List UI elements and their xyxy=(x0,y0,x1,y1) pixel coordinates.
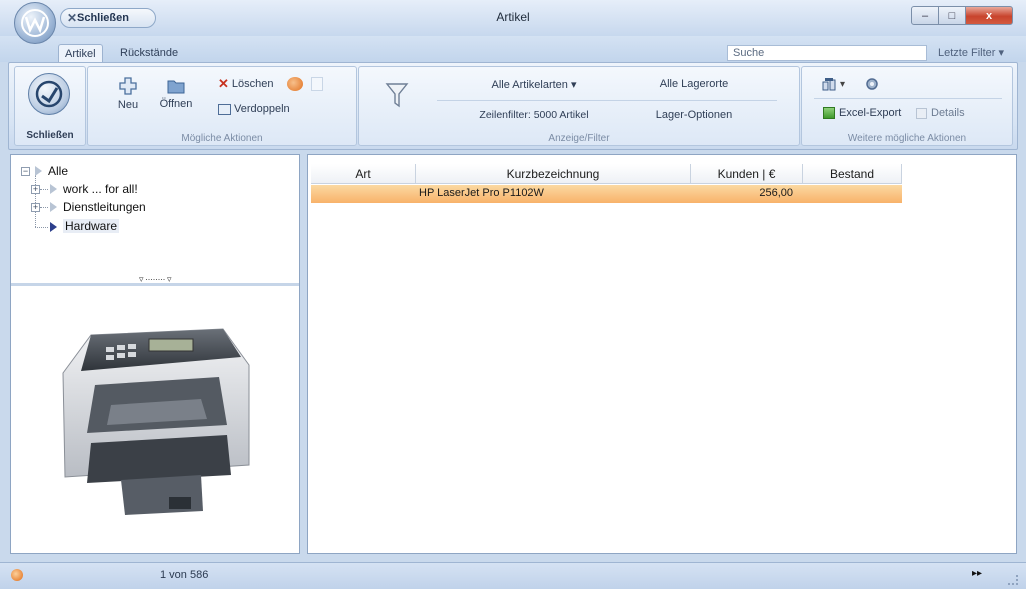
excel-export-button[interactable]: Excel-Export xyxy=(823,107,901,119)
column-header-bestand[interactable]: Bestand xyxy=(803,164,902,184)
more-divider xyxy=(814,98,1002,99)
tree-connector xyxy=(35,175,36,227)
article-types-dropdown[interactable]: Alle Artikelarten ▾ xyxy=(454,78,614,91)
filter-group-label: Anzeige/Filter xyxy=(548,133,610,144)
delete-button[interactable]: ✕ Löschen xyxy=(218,76,274,92)
row-filter-button[interactable]: Zeilenfilter: 5000 Artikel xyxy=(434,109,634,121)
column-header-kurzbezeichnung[interactable]: Kurzbezeichnung xyxy=(416,164,691,184)
folder-icon xyxy=(167,80,185,94)
locations-button[interactable]: Alle Lagerorte xyxy=(629,78,759,90)
tree-collapse-icon[interactable]: − xyxy=(21,167,30,176)
splitter-grip[interactable]: ▿ ········ ▿ xyxy=(11,274,299,285)
table-row[interactable]: HP LaserJet Pro P1102W 256,00 xyxy=(311,185,902,203)
details-icon xyxy=(916,107,927,119)
close-document-button[interactable] xyxy=(28,73,70,115)
tree-connector xyxy=(40,189,48,190)
search-input[interactable]: Suche xyxy=(727,45,927,61)
column-header-art[interactable]: Art xyxy=(311,164,416,184)
resize-grip-icon[interactable] xyxy=(1008,575,1018,585)
close-document-label: Schließen xyxy=(26,130,74,141)
category-panel: − Alle + work ... for all! + Dienstleitu… xyxy=(10,154,300,554)
last-filters-button[interactable]: Letzte Filter ▾ xyxy=(938,46,1004,59)
status-icon[interactable] xyxy=(11,569,23,581)
search-label: Suche xyxy=(733,47,765,59)
delete-x-icon: ✕ xyxy=(218,76,229,91)
tree-connector xyxy=(35,227,48,228)
article-types-label: Alle Artikelarten xyxy=(491,79,568,91)
tree-item-hardware[interactable]: Hardware xyxy=(63,219,120,233)
tree-expand-icon[interactable]: + xyxy=(31,203,40,212)
tree-item-alle[interactable]: Alle xyxy=(48,164,68,178)
tree-arrow-icon xyxy=(50,222,57,232)
delete-label: Löschen xyxy=(231,78,274,90)
last-filters-label: Letzte Filter xyxy=(938,47,996,59)
details-button[interactable]: Details xyxy=(916,107,965,119)
article-grid xyxy=(307,154,1017,554)
tab-artikel[interactable]: Artikel xyxy=(58,44,103,62)
open-button[interactable]: Öffnen xyxy=(156,75,196,117)
funnel-filter-icon[interactable] xyxy=(385,81,409,109)
order-icon[interactable] xyxy=(287,77,303,91)
tab-rueckstaende[interactable]: Rückstände xyxy=(114,44,184,62)
document-icon[interactable] xyxy=(311,77,323,91)
cell-kunden: 256,00 xyxy=(759,187,793,199)
new-label: Neu xyxy=(117,99,139,111)
ribbon-group-more: ▾ Excel-Export Details Weitere mögliche … xyxy=(801,66,1013,146)
storage-options-button[interactable]: Lager-Optionen xyxy=(629,109,759,121)
ribbon-group-close: Schließen xyxy=(14,66,86,146)
excel-icon xyxy=(823,107,835,119)
settings-gear-icon[interactable] xyxy=(864,76,880,92)
tree-item-dienstleitungen[interactable]: Dienstleitungen xyxy=(63,200,146,214)
ribbon-group-actions: Neu Öffnen ✕ Löschen Verdoppeln Mögliche… xyxy=(87,66,357,146)
window-close-button[interactable]: x xyxy=(965,6,1013,25)
duplicate-label: Verdoppeln xyxy=(234,103,290,115)
filter-divider xyxy=(437,100,777,101)
app-menu-button[interactable] xyxy=(14,2,56,44)
tree-arrow-icon xyxy=(50,184,57,194)
tree-arrow-icon xyxy=(35,166,42,176)
plus-icon xyxy=(119,77,137,95)
duplicate-button[interactable]: Verdoppeln xyxy=(218,101,290,117)
tree-expand-icon[interactable]: + xyxy=(31,185,40,194)
maximize-button[interactable]: □ xyxy=(938,6,966,25)
duplicate-icon xyxy=(218,103,231,115)
window-title: Artikel xyxy=(496,10,530,24)
details-label: Details xyxy=(931,107,965,119)
column-header-kunden[interactable]: Kunden | € xyxy=(691,164,803,184)
new-button[interactable]: Neu xyxy=(110,75,146,117)
cell-kurzbezeichnung: HP LaserJet Pro P1102W xyxy=(419,187,544,199)
excel-export-label: Excel-Export xyxy=(839,107,902,119)
status-bar: 1 von 586 ▸▸ xyxy=(0,562,1026,589)
app-logo-icon xyxy=(21,9,49,37)
chevron-down-icon: ▾ xyxy=(840,78,846,90)
tools-dropdown[interactable]: ▾ xyxy=(822,77,845,91)
tools-icon xyxy=(822,78,836,91)
open-label: Öffnen xyxy=(159,98,193,110)
minimize-button[interactable]: ‒ xyxy=(911,6,939,25)
chevron-down-icon: ▾ xyxy=(570,79,577,91)
more-group-label: Weitere mögliche Aktionen xyxy=(847,133,967,144)
tree-arrow-icon xyxy=(50,202,57,212)
ribbon-group-filter: Alle Artikelarten ▾ Alle Lagerorte Zeile… xyxy=(358,66,800,146)
record-counter: 1 von 586 xyxy=(160,569,209,581)
chevron-down-icon: ▾ xyxy=(998,47,1005,59)
tree-item-work[interactable]: work ... for all! xyxy=(63,182,138,196)
back-arrow-icon xyxy=(35,80,63,108)
tree-connector xyxy=(40,207,48,208)
actions-group-label: Mögliche Aktionen xyxy=(181,133,263,144)
next-page-icon[interactable]: ▸▸ xyxy=(972,568,982,579)
product-image xyxy=(62,328,250,515)
